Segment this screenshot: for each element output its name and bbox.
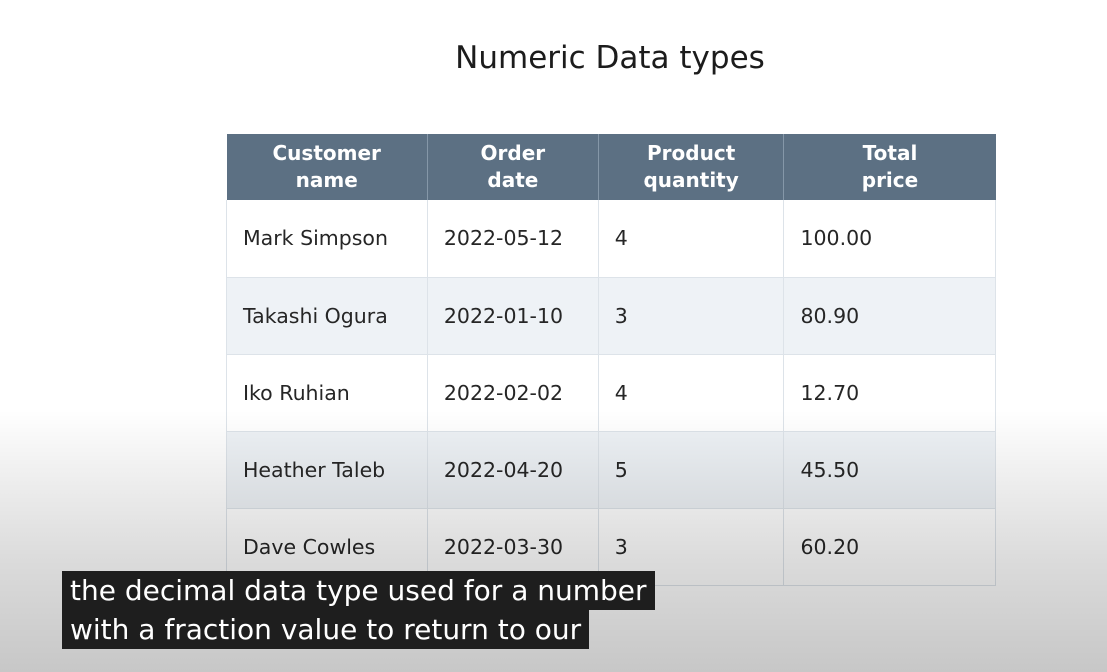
header-text: Product [647,141,736,165]
table-header-row: Customer name Order date Product quantit… [226,134,996,200]
orders-table: Customer name Order date Product quantit… [226,134,996,586]
subtitle-caption: the decimal data type used for a number … [62,571,655,649]
cell-total-price: 80.90 [783,277,996,355]
header-text: Customer [272,141,381,165]
cell-order-date: 2022-05-12 [427,200,599,278]
cell-total-price: 12.70 [783,354,996,432]
cell-order-date: 2022-04-20 [427,431,599,509]
cell-order-date: 2022-02-02 [427,354,599,432]
cell-customer-name: Mark Simpson [226,200,428,278]
slide-title: Numeric Data types [455,40,765,76]
cell-product-quantity: 4 [598,200,785,278]
cell-customer-name: Takashi Ogura [226,277,428,355]
header-text: price [861,168,919,192]
cell-total-price: 60.20 [783,508,996,586]
caption-line: the decimal data type used for a number [62,571,655,610]
cell-customer-name: Iko Ruhian [226,354,428,432]
cell-total-price: 45.50 [783,431,996,509]
cell-total-price: 100.00 [783,200,996,278]
header-order-date: Order date [427,134,599,200]
header-text: Total [862,141,918,165]
cell-product-quantity: 5 [598,431,785,509]
header-text: Order [480,141,546,165]
header-product-quantity: Product quantity [598,134,785,200]
header-text: date [487,168,539,192]
header-text: quantity [643,168,739,192]
cell-product-quantity: 4 [598,354,785,432]
cell-customer-name: Heather Taleb [226,431,428,509]
table-row: Heather Taleb 2022-04-20 5 45.50 [226,431,996,509]
header-customer-name: Customer name [226,134,428,200]
header-total-price: Total price [783,134,996,200]
cell-product-quantity: 3 [598,277,785,355]
header-text: name [295,168,358,192]
table-row: Takashi Ogura 2022-01-10 3 80.90 [226,277,996,355]
table-row: Mark Simpson 2022-05-12 4 100.00 [226,200,996,278]
caption-line: with a fraction value to return to our [62,610,590,649]
table-row: Iko Ruhian 2022-02-02 4 12.70 [226,354,996,432]
cell-order-date: 2022-01-10 [427,277,599,355]
